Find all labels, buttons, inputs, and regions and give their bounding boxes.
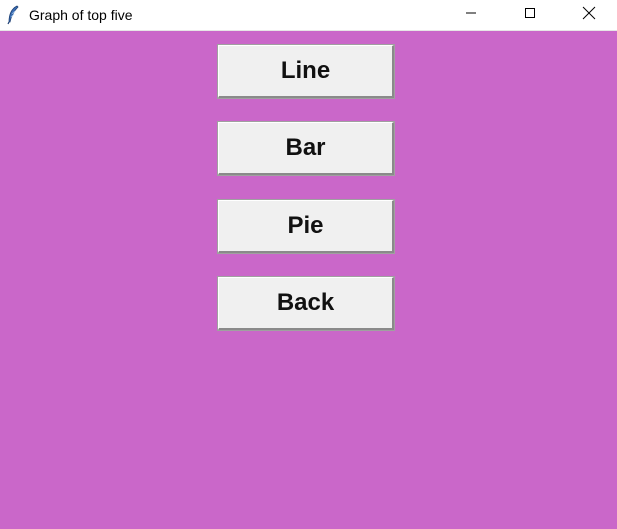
close-icon — [582, 6, 596, 25]
main-area: Line Bar Pie Back — [0, 31, 617, 529]
title-bar[interactable]: Graph of top five — [0, 0, 617, 31]
bar-button[interactable]: Bar — [217, 121, 395, 176]
pie-button[interactable]: Pie — [217, 199, 395, 254]
window-title: Graph of top five — [29, 7, 133, 23]
close-button[interactable] — [566, 0, 612, 30]
minimize-button[interactable] — [448, 0, 494, 30]
maximize-icon — [524, 6, 536, 24]
line-button[interactable]: Line — [217, 44, 395, 99]
feather-icon — [6, 5, 20, 25]
back-button[interactable]: Back — [217, 276, 395, 331]
maximize-button[interactable] — [507, 0, 553, 30]
app-window: Graph of top five Line Bar Pie Back — [0, 0, 617, 529]
minimize-icon — [465, 6, 477, 24]
